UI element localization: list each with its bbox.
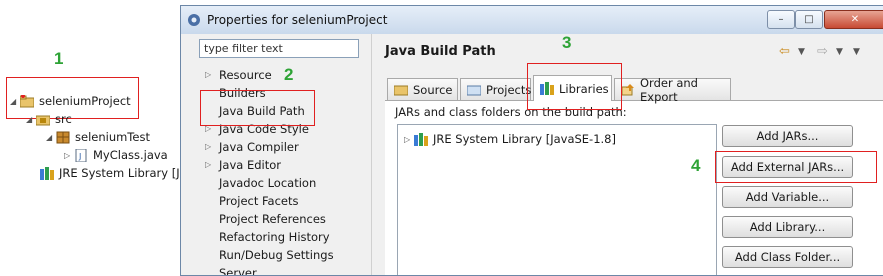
nav-item-project-references[interactable]: Project References	[219, 210, 326, 228]
tab-order-export[interactable]: Order and Export	[614, 76, 731, 104]
add-class-folder-button[interactable]: Add Class Folder...	[722, 246, 853, 268]
nav-item-javadoc-location[interactable]: Javadoc Location	[219, 174, 316, 192]
highlight-libraries-tab	[527, 63, 622, 110]
nav-item-java-compiler[interactable]: Java Compiler	[219, 138, 299, 156]
step-1-marker: 1	[54, 49, 64, 68]
highlight-add-external-jars	[715, 151, 877, 183]
source-folder-icon	[35, 113, 51, 126]
java-file-icon: J	[74, 148, 88, 162]
nav-item-refactoring-history[interactable]: Refactoring History	[219, 228, 330, 246]
source-folder-icon	[393, 83, 409, 96]
chevron-down-icon[interactable]: ▼	[836, 47, 843, 57]
nav-item-resource[interactable]: Resource	[219, 66, 272, 84]
add-jars-button[interactable]: Add JARs...	[722, 125, 853, 147]
step-4-marker: 4	[691, 156, 701, 175]
step-2-marker: 2	[284, 65, 294, 84]
nav-item-project-facets[interactable]: Project Facets	[219, 192, 299, 210]
tab-source[interactable]: Source	[387, 78, 458, 100]
maximize-button[interactable]: □	[795, 10, 823, 29]
tree-src[interactable]: ◢ src	[26, 110, 72, 128]
src-label: src	[55, 112, 72, 126]
nav-item-java-editor[interactable]: Java Editor	[219, 156, 281, 174]
minimize-button[interactable]: –	[767, 10, 795, 29]
nav-item-server[interactable]: Server	[219, 264, 257, 275]
tab-order-export-label: Order and Export	[640, 75, 698, 104]
gear-icon	[187, 13, 201, 30]
highlight-java-build-path	[200, 90, 315, 126]
order-export-icon	[621, 83, 635, 96]
jre-label: JRE System Library [Jav	[59, 166, 194, 180]
project-folder-icon	[19, 93, 35, 108]
expand-arrow-icon[interactable]: ▷	[205, 70, 211, 79]
tab-source-label: Source	[413, 82, 453, 97]
library-icon	[414, 132, 428, 146]
add-library-button[interactable]: Add Library...	[722, 216, 853, 238]
add-variable-button[interactable]: Add Variable...	[722, 186, 853, 208]
title-bar[interactable]: Properties for seleniumProject – □ ✕	[181, 6, 883, 34]
expand-arrow-icon[interactable]: ▷	[404, 135, 414, 144]
step-3-marker: 3	[562, 33, 572, 52]
tree-file[interactable]: ▷ J MyClass.java	[64, 146, 168, 164]
panel-divider[interactable]	[371, 34, 372, 275]
expand-arrow-icon[interactable]: ▷	[64, 151, 74, 160]
build-path-list[interactable]: ▷ JRE System Library [JavaSE-1.8]	[397, 124, 717, 275]
project-folder-icon	[466, 83, 482, 96]
tree-package[interactable]: ◢ seleniumTest	[46, 128, 150, 146]
forward-arrow-icon[interactable]: ⇨	[817, 44, 828, 59]
tab-projects[interactable]: Projects	[460, 78, 531, 100]
collapse-arrow-icon[interactable]: ◢	[26, 115, 36, 124]
back-arrow-icon[interactable]: ⇦	[779, 44, 790, 59]
list-item-label: JRE System Library [JavaSE-1.8]	[433, 132, 616, 146]
project-name: seleniumProject	[39, 94, 131, 108]
expand-arrow-icon[interactable]: ▷	[205, 142, 211, 151]
page-title: Java Build Path	[385, 44, 496, 59]
close-button[interactable]: ✕	[824, 10, 883, 29]
file-label: MyClass.java	[93, 148, 168, 162]
tab-projects-label: Projects	[486, 82, 532, 97]
view-menu-icon[interactable]: ▼	[853, 47, 860, 57]
properties-dialog: Properties for seleniumProject – □ ✕ typ…	[180, 5, 883, 276]
filter-input[interactable]: type filter text	[199, 39, 359, 58]
list-item[interactable]: ▷ JRE System Library [JavaSE-1.8]	[404, 130, 616, 148]
package-icon	[56, 131, 70, 144]
nav-item-run-debug-settings[interactable]: Run/Debug Settings	[219, 246, 334, 264]
collapse-arrow-icon[interactable]: ◢	[46, 133, 56, 142]
expand-arrow-icon[interactable]: ▷	[205, 160, 211, 169]
tree-jre[interactable]: JRE System Library [Jav	[40, 164, 193, 182]
library-icon	[40, 166, 54, 180]
chevron-down-icon[interactable]: ▼	[798, 47, 805, 57]
dialog-title: Properties for seleniumProject	[207, 13, 388, 27]
collapse-arrow-icon[interactable]: ◢	[10, 97, 20, 106]
svg-text:J: J	[78, 152, 81, 161]
tree-project[interactable]: ◢ seleniumProject	[10, 92, 131, 110]
package-label: seleniumTest	[75, 130, 150, 144]
